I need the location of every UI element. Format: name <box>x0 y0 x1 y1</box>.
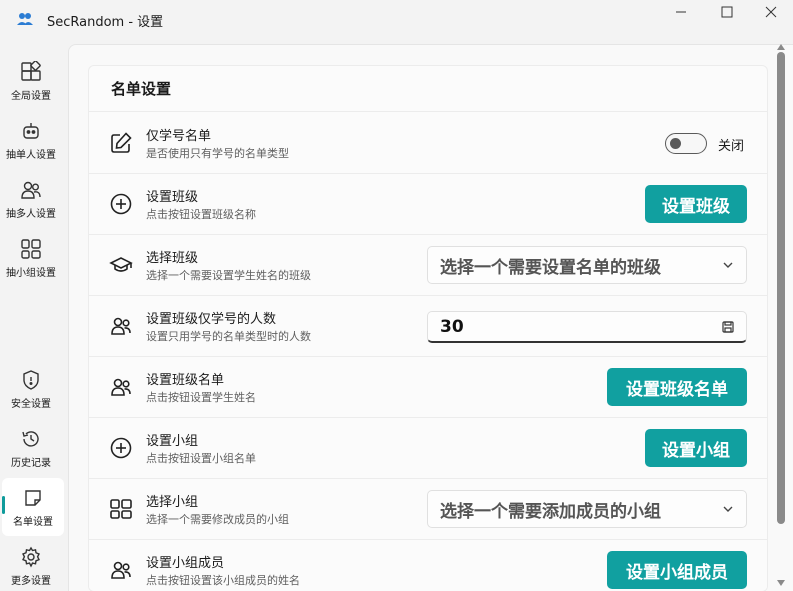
setting-row-set-class: 设置班级 点击按钮设置班级名称 设置班级 <box>89 174 767 235</box>
add-circle-icon <box>110 437 132 459</box>
setting-description: 选择一个需要设置学生姓名的班级 <box>146 269 311 282</box>
setting-title: 选择小组 <box>146 495 199 510</box>
maximize-icon <box>721 6 733 18</box>
setting-description: 选择一个需要修改成员的小组 <box>146 513 289 526</box>
setting-title: 选择班级 <box>146 251 199 266</box>
setting-description: 点击按钮设置小组名单 <box>146 452 256 465</box>
history-icon <box>22 430 39 447</box>
sidebar-item-label: 抽小组设置 <box>6 267 56 279</box>
active-indicator <box>2 496 5 514</box>
student-id-only-toggle[interactable] <box>665 133 707 154</box>
setting-description: 点击按钮设置学生姓名 <box>146 391 256 404</box>
setting-description: 是否使用只有学号的名单类型 <box>146 147 289 160</box>
sidebar-item-multi-draw[interactable]: 抽多人设置 <box>0 170 62 228</box>
setting-title: 设置班级仅学号的人数 <box>146 312 277 327</box>
window-title: SecRandom - 设置 <box>47 15 164 30</box>
shield-icon <box>23 369 39 390</box>
minimize-icon <box>676 11 686 13</box>
set-class-button[interactable]: 设置班级 <box>645 185 747 223</box>
sidebar-item-label: 全局设置 <box>11 90 51 102</box>
select-group-dropdown[interactable]: 选择一个需要添加成员的小组 <box>427 490 747 528</box>
groups-grid-icon <box>110 499 132 519</box>
toggle-knob <box>670 138 681 149</box>
close-button[interactable] <box>748 0 793 24</box>
setting-title: 仅学号名单 <box>146 129 212 144</box>
global-settings-icon <box>21 60 41 81</box>
groups-grid-icon <box>21 238 41 259</box>
set-class-roster-button[interactable]: 设置班级名单 <box>607 368 747 406</box>
setting-row-student-id-only: 仅学号名单 是否使用只有学号的名单类型 关闭 <box>89 113 767 174</box>
edit-icon <box>111 132 132 153</box>
sidebar-item-group-draw[interactable]: 抽小组设置 <box>0 229 62 287</box>
people-icon <box>111 561 131 579</box>
setting-description: 设置只用学号的名单类型时的人数 <box>146 330 311 343</box>
title-bar: SecRandom - 设置 <box>0 0 793 40</box>
setting-description: 点击按钮设置班级名称 <box>146 208 256 221</box>
setting-row-class-roster: 设置班级名单 点击按钮设置学生姓名 设置班级名单 <box>89 357 767 418</box>
sidebar-item-label: 名单设置 <box>13 516 53 528</box>
chevron-down-icon <box>723 262 733 268</box>
select-class-dropdown[interactable]: 选择一个需要设置名单的班级 <box>427 246 747 284</box>
card-title: 名单设置 <box>89 66 767 112</box>
sidebar-item-label: 抽单人设置 <box>6 149 56 161</box>
sidebar-item-label: 抽多人设置 <box>6 208 56 220</box>
dropdown-placeholder: 选择一个需要设置名单的班级 <box>440 257 661 278</box>
toggle-state-label: 关闭 <box>718 139 745 154</box>
setting-title: 设置班级 <box>146 190 199 205</box>
setting-row-select-class: 选择班级 选择一个需要设置学生姓名的班级 选择一个需要设置名单的班级 <box>89 235 767 296</box>
setting-title: 设置小组 <box>146 434 199 449</box>
setting-title: 设置班级名单 <box>146 373 225 388</box>
app-logo-icon <box>17 13 33 25</box>
settings-content: 名单设置 仅学号名单 是否使用只有学号的名单类型 关闭 设置班级 点击按钮设置班… <box>68 44 793 591</box>
note-icon <box>25 489 41 506</box>
people-icon <box>111 317 131 335</box>
count-value: 30 <box>440 316 464 337</box>
sidebar-item-label: 安全设置 <box>11 398 51 410</box>
maximize-button[interactable] <box>704 0 750 24</box>
setting-title: 设置小组成员 <box>146 556 225 571</box>
graduation-cap-icon <box>109 257 133 272</box>
sidebar-item-list-settings[interactable]: 名单设置 <box>2 478 64 536</box>
set-group-members-button[interactable]: 设置小组成员 <box>607 551 747 589</box>
sidebar-item-label: 历史记录 <box>11 457 51 469</box>
close-icon <box>765 6 777 18</box>
setting-description: 点击按钮设置该小组成员的姓名 <box>146 574 300 587</box>
setting-row-set-group: 设置小组 点击按钮设置小组名单 设置小组 <box>89 418 767 479</box>
sidebar: 全局设置 抽单人设置 抽多人设置 抽小组设置 安全设置 历史记录 名单设置 更多… <box>0 40 66 591</box>
setting-row-class-count: 设置班级仅学号的人数 设置只用学号的名单类型时的人数 30 <box>89 296 767 357</box>
gear-icon <box>22 546 40 568</box>
add-circle-icon <box>110 193 132 215</box>
dropdown-placeholder: 选择一个需要添加成员的小组 <box>440 501 661 522</box>
set-group-button[interactable]: 设置小组 <box>645 429 747 467</box>
list-settings-card: 名单设置 仅学号名单 是否使用只有学号的名单类型 关闭 设置班级 点击按钮设置班… <box>88 65 768 591</box>
robot-icon <box>23 122 39 139</box>
scroll-up-arrow-icon[interactable] <box>777 44 785 50</box>
chevron-down-icon <box>723 506 733 512</box>
sidebar-item-global-settings[interactable]: 全局设置 <box>0 52 62 110</box>
setting-row-select-group: 选择小组 选择一个需要修改成员的小组 选择一个需要添加成员的小组 <box>89 479 767 540</box>
class-count-input[interactable]: 30 <box>427 311 747 343</box>
sidebar-item-label: 更多设置 <box>11 575 51 587</box>
sidebar-item-more-settings[interactable]: 更多设置 <box>0 537 62 591</box>
vertical-scrollbar[interactable] <box>777 52 785 524</box>
minimize-button[interactable] <box>658 0 704 24</box>
scroll-down-arrow-icon[interactable] <box>777 580 785 586</box>
sidebar-item-security[interactable]: 安全设置 <box>0 360 62 418</box>
people-icon <box>21 181 41 199</box>
people-icon <box>111 378 131 396</box>
save-icon[interactable] <box>722 321 734 333</box>
setting-row-group-members: 设置小组成员 点击按钮设置该小组成员的姓名 设置小组成员 <box>89 540 767 591</box>
sidebar-item-single-draw[interactable]: 抽单人设置 <box>0 111 62 169</box>
sidebar-item-history[interactable]: 历史记录 <box>0 419 62 477</box>
